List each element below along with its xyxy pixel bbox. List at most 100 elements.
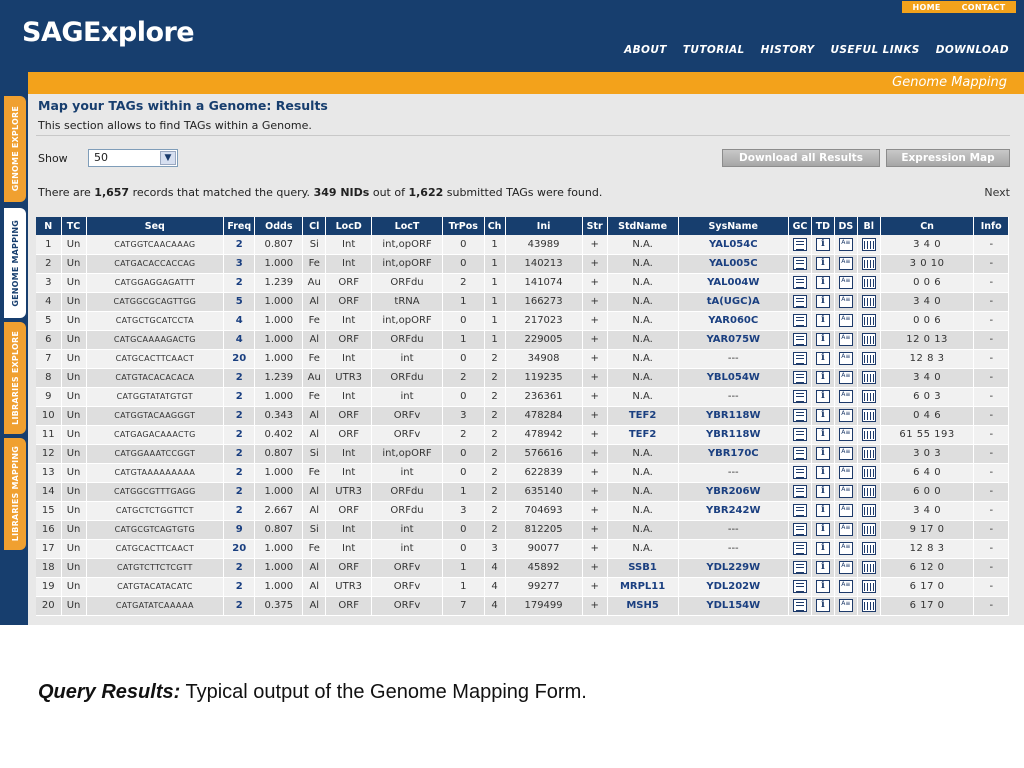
bl-icon[interactable] <box>861 352 876 365</box>
next-page-link[interactable]: Next <box>984 186 1010 199</box>
bl-icon[interactable] <box>861 504 876 517</box>
gc-icon[interactable] <box>792 314 807 327</box>
td-icon[interactable] <box>815 257 830 270</box>
cell-std-name[interactable]: SSB1 <box>607 558 679 578</box>
tab-libraries-mapping[interactable]: LIBRARIES MAPPING <box>4 438 26 550</box>
cell-sys-name[interactable]: YAL004W <box>678 273 790 293</box>
gc-icon[interactable] <box>792 599 807 612</box>
ds-icon[interactable] <box>838 485 853 498</box>
gc-icon[interactable] <box>792 542 807 555</box>
gc-icon[interactable] <box>792 371 807 384</box>
contact-link[interactable]: CONTACT <box>962 3 1006 12</box>
bl-icon[interactable] <box>861 276 876 289</box>
bl-icon[interactable] <box>861 409 876 422</box>
bl-icon[interactable] <box>861 257 876 270</box>
cell-sys-name[interactable]: YAR060C <box>678 311 790 331</box>
ds-icon[interactable] <box>838 371 853 384</box>
bl-icon[interactable] <box>861 466 876 479</box>
cell-sys-name[interactable]: YBR170C <box>678 444 790 464</box>
ds-icon[interactable] <box>838 333 853 346</box>
td-icon[interactable] <box>815 428 830 441</box>
nav-history[interactable]: HISTORY <box>761 44 815 56</box>
gc-icon[interactable] <box>792 276 807 289</box>
expression-map-button[interactable]: Expression Map <box>886 149 1010 167</box>
bl-icon[interactable] <box>861 447 876 460</box>
nav-tutorial[interactable]: TUTORIAL <box>683 44 745 56</box>
nav-useful-links[interactable]: USEFUL LINKS <box>831 44 920 56</box>
gc-icon[interactable] <box>792 352 807 365</box>
td-icon[interactable] <box>815 561 830 574</box>
nav-about[interactable]: ABOUT <box>624 44 667 56</box>
bl-icon[interactable] <box>861 333 876 346</box>
td-icon[interactable] <box>815 352 830 365</box>
gc-icon[interactable] <box>792 390 807 403</box>
gc-icon[interactable] <box>792 580 807 593</box>
td-icon[interactable] <box>815 599 830 612</box>
tab-genome-explore[interactable]: GENOME EXPLORE <box>4 96 26 202</box>
ds-icon[interactable] <box>838 504 853 517</box>
ds-icon[interactable] <box>838 561 853 574</box>
ds-icon[interactable] <box>838 428 853 441</box>
ds-icon[interactable] <box>838 542 853 555</box>
ds-icon[interactable] <box>838 466 853 479</box>
bl-icon[interactable] <box>861 542 876 555</box>
bl-icon[interactable] <box>861 390 876 403</box>
td-icon[interactable] <box>815 485 830 498</box>
cell-sys-name[interactable]: YDL202W <box>678 577 790 597</box>
td-icon[interactable] <box>815 333 830 346</box>
cell-sys-name[interactable]: YDL154W <box>678 596 790 616</box>
cell-sys-name[interactable]: YBR206W <box>678 482 790 502</box>
home-link[interactable]: HOME <box>913 3 941 12</box>
bl-icon[interactable] <box>861 485 876 498</box>
tab-genome-mapping[interactable]: GENOME MAPPING <box>4 208 26 318</box>
ds-icon[interactable] <box>838 352 853 365</box>
td-icon[interactable] <box>815 314 830 327</box>
td-icon[interactable] <box>815 237 830 251</box>
ds-icon[interactable] <box>838 295 853 308</box>
cell-std-name[interactable]: MSH5 <box>607 596 679 616</box>
cell-sys-name[interactable]: YBR118W <box>678 425 790 445</box>
ds-icon[interactable] <box>838 447 853 460</box>
ds-icon[interactable] <box>838 390 853 403</box>
gc-icon[interactable] <box>792 485 807 498</box>
cell-sys-name[interactable]: YAR075W <box>678 330 790 350</box>
td-icon[interactable] <box>815 466 830 479</box>
td-icon[interactable] <box>815 523 830 536</box>
gc-icon[interactable] <box>792 237 807 251</box>
gc-icon[interactable] <box>792 504 807 517</box>
download-all-results-button[interactable]: Download all Results <box>722 149 880 167</box>
cell-std-name[interactable]: TEF2 <box>607 406 679 426</box>
td-icon[interactable] <box>815 542 830 555</box>
tab-libraries-explore[interactable]: LIBRARIES EXPLORE <box>4 322 26 434</box>
ds-icon[interactable] <box>838 580 853 593</box>
gc-icon[interactable] <box>792 257 807 270</box>
ds-icon[interactable] <box>838 523 853 536</box>
cell-sys-name[interactable]: tA(UGC)A <box>678 292 790 312</box>
bl-icon[interactable] <box>861 314 876 327</box>
gc-icon[interactable] <box>792 447 807 460</box>
td-icon[interactable] <box>815 276 830 289</box>
cell-sys-name[interactable]: YBL054W <box>678 368 790 388</box>
gc-icon[interactable] <box>792 428 807 441</box>
bl-icon[interactable] <box>861 237 876 251</box>
ds-icon[interactable] <box>838 599 853 612</box>
td-icon[interactable] <box>815 580 830 593</box>
cell-sys-name[interactable]: YAL054C <box>678 235 790 255</box>
td-icon[interactable] <box>815 409 830 422</box>
gc-icon[interactable] <box>792 523 807 536</box>
gc-icon[interactable] <box>792 466 807 479</box>
ds-icon[interactable] <box>838 237 853 251</box>
td-icon[interactable] <box>815 504 830 517</box>
gc-icon[interactable] <box>792 333 807 346</box>
ds-icon[interactable] <box>838 276 853 289</box>
bl-icon[interactable] <box>861 599 876 612</box>
bl-icon[interactable] <box>861 371 876 384</box>
td-icon[interactable] <box>815 390 830 403</box>
bl-icon[interactable] <box>861 523 876 536</box>
td-icon[interactable] <box>815 447 830 460</box>
gc-icon[interactable] <box>792 409 807 422</box>
cell-std-name[interactable]: TEF2 <box>607 425 679 445</box>
chevron-down-icon[interactable]: ▼ <box>160 151 176 165</box>
ds-icon[interactable] <box>838 409 853 422</box>
cell-std-name[interactable]: MRPL11 <box>607 577 679 597</box>
